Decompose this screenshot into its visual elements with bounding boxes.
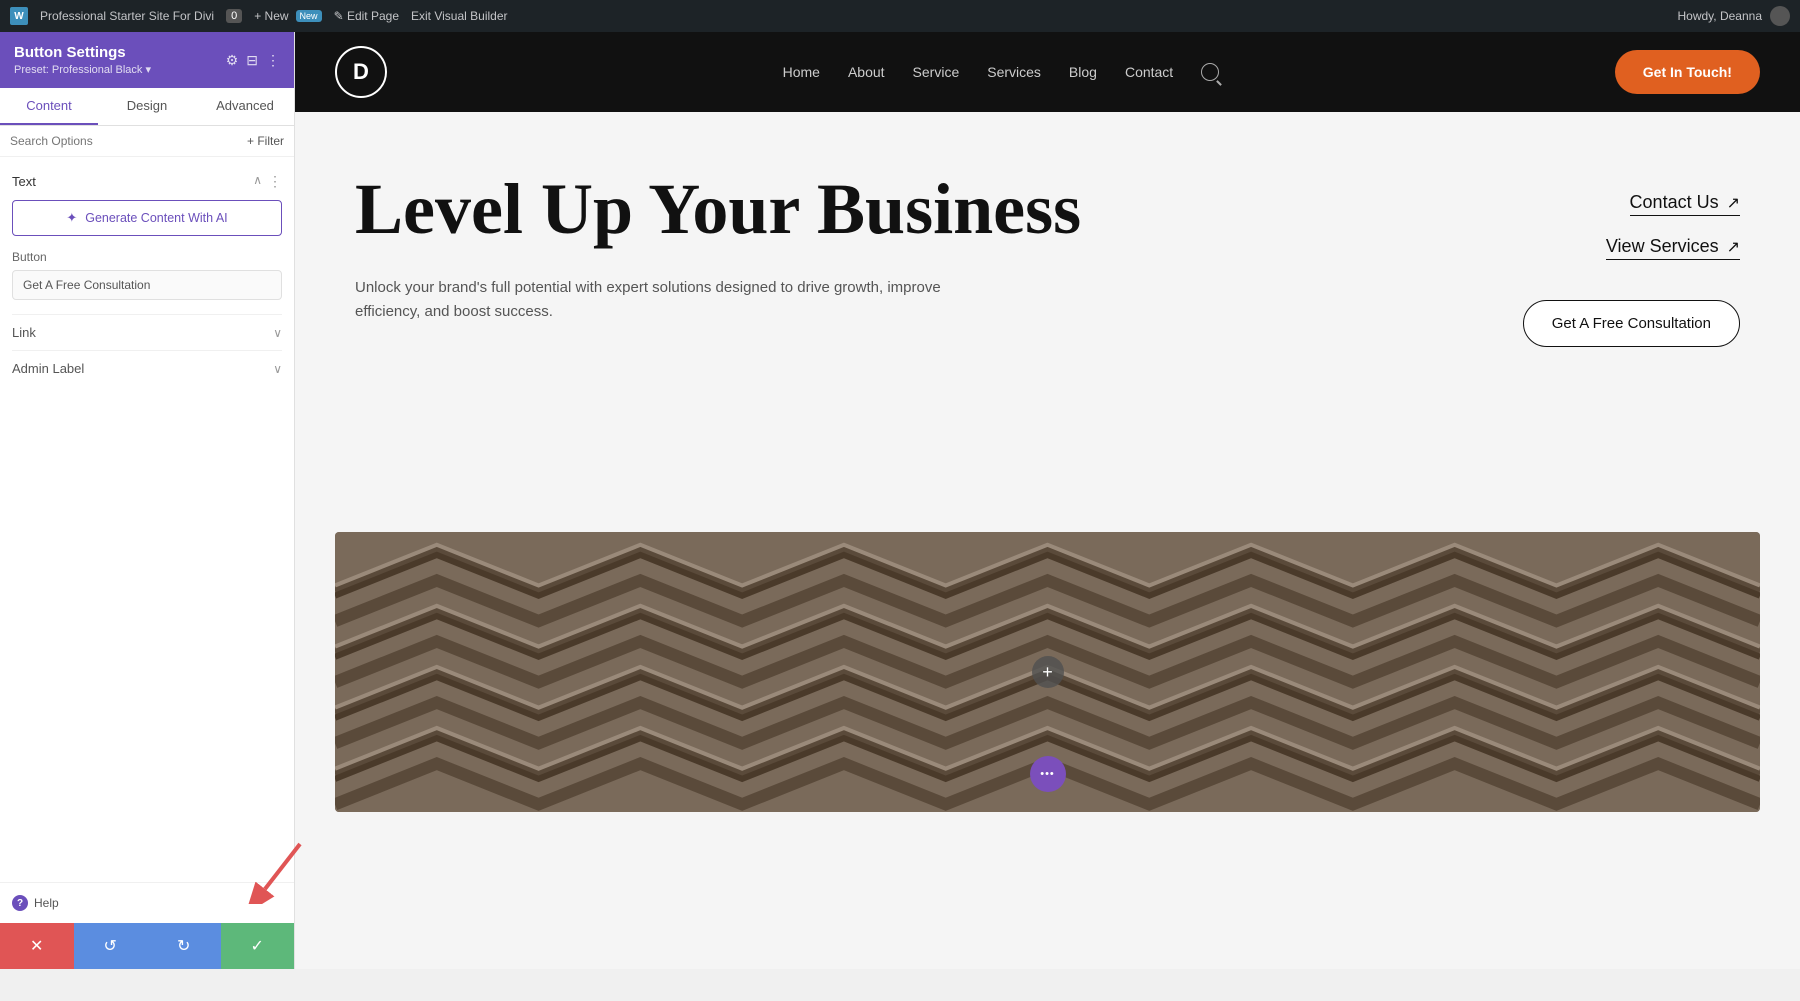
contact-us-arrow-icon: ↗ — [1727, 193, 1740, 213]
building-image: + ••• — [335, 532, 1760, 812]
nav-contact[interactable]: Contact — [1125, 64, 1173, 80]
consultation-button[interactable]: Get A Free Consultation — [1523, 300, 1740, 347]
sidebar-content: Text ∧ ⋮ ✦ Generate Content With AI Butt… — [0, 157, 294, 882]
nav-blog[interactable]: Blog — [1069, 64, 1097, 80]
collapse-icon[interactable]: ∧ — [253, 173, 262, 190]
hero-section: Level Up Your Business Unlock your brand… — [295, 112, 1800, 532]
new-content-btn[interactable]: + New New — [254, 9, 321, 23]
hero-image-section: + ••• — [335, 532, 1760, 812]
button-text-input[interactable] — [12, 270, 282, 300]
filter-button[interactable]: + Filter — [247, 134, 284, 148]
main-content-area: D Home About Service Services Blog Conta… — [295, 32, 1800, 969]
ai-icon: ✦ — [66, 210, 77, 226]
link-chevron-icon: ∨ — [273, 326, 282, 340]
panel-title: Button Settings — [14, 44, 151, 61]
site-name[interactable]: Professional Starter Site For Divi — [40, 9, 214, 23]
tab-advanced[interactable]: Advanced — [196, 88, 294, 125]
search-row: + Filter — [0, 126, 294, 157]
section-actions: ∧ ⋮ — [253, 173, 282, 190]
more-options-icon[interactable]: ⋮ — [266, 52, 280, 69]
wordpress-icon: W — [10, 7, 28, 25]
tab-content[interactable]: Content — [0, 88, 98, 125]
bottom-actions-bar: ✕ ↺ ↻ ✓ — [0, 923, 294, 969]
hero-title: Level Up Your Business — [355, 172, 1460, 248]
hero-left: Level Up Your Business Unlock your brand… — [355, 172, 1460, 492]
wp-logo[interactable]: W — [10, 7, 28, 25]
link-accordion[interactable]: Link ∨ — [12, 314, 282, 350]
text-section-header: Text ∧ ⋮ — [12, 173, 282, 190]
logo-circle: D — [335, 46, 387, 98]
sidebar-header: Button Settings Preset: Professional Bla… — [0, 32, 294, 88]
nav-about[interactable]: About — [848, 64, 885, 80]
admin-label-label: Admin Label — [12, 361, 84, 376]
undo-button[interactable]: ↺ — [74, 923, 148, 969]
admin-bar-right: Howdy, Deanna — [1678, 6, 1791, 26]
get-in-touch-button[interactable]: Get In Touch! — [1615, 50, 1760, 94]
hero-right: Contact Us ↗ View Services ↗ Get A Free … — [1460, 172, 1740, 492]
help-label: Help — [34, 896, 59, 910]
preset-label[interactable]: Preset: Professional Black ▾ — [14, 63, 151, 76]
redo-button[interactable]: ↻ — [147, 923, 221, 969]
text-section-title: Text — [12, 174, 36, 189]
nav-services[interactable]: Services — [987, 64, 1041, 80]
nav-service[interactable]: Service — [913, 64, 960, 80]
view-services-link[interactable]: View Services ↗ — [1606, 236, 1740, 260]
button-settings-panel: Button Settings Preset: Professional Bla… — [0, 32, 295, 969]
help-icon: ? — [12, 895, 28, 911]
button-field-label: Button — [12, 250, 282, 264]
arrow-indicator — [240, 824, 320, 909]
contact-us-link[interactable]: Contact Us ↗ — [1630, 192, 1740, 216]
view-services-arrow-icon: ↗ — [1727, 237, 1740, 257]
cancel-button[interactable]: ✕ — [0, 923, 74, 969]
layout-icon[interactable]: ⊟ — [246, 52, 258, 69]
site-logo[interactable]: D — [335, 46, 387, 98]
search-icon[interactable] — [1201, 63, 1219, 81]
more-options-button[interactable]: ••• — [1030, 756, 1066, 792]
comment-count[interactable]: 0 — [226, 9, 242, 23]
section-menu-icon[interactable]: ⋮ — [268, 173, 282, 190]
panel-header-icons: ⚙ ⊟ ⋮ — [226, 52, 280, 69]
avatar — [1770, 6, 1790, 26]
admin-label-accordion[interactable]: Admin Label ∨ — [12, 350, 282, 386]
ai-generate-label: Generate Content With AI — [85, 211, 227, 225]
exit-builder-btn[interactable]: Exit Visual Builder — [411, 9, 508, 23]
save-button[interactable]: ✓ — [221, 923, 295, 969]
add-row-button[interactable]: + — [1032, 656, 1064, 688]
hero-subtitle: Unlock your brand's full potential with … — [355, 276, 955, 324]
admin-label-chevron-icon: ∨ — [273, 362, 282, 376]
admin-bar: W Professional Starter Site For Divi 0 +… — [0, 0, 1800, 32]
settings-icon[interactable]: ⚙ — [226, 52, 239, 69]
link-label: Link — [12, 325, 36, 340]
panel-tabs: Content Design Advanced — [0, 88, 294, 126]
search-input[interactable] — [10, 134, 239, 148]
ai-generate-button[interactable]: ✦ Generate Content With AI — [12, 200, 282, 236]
edit-page-btn[interactable]: ✎ Edit Page — [334, 9, 399, 23]
tab-design[interactable]: Design — [98, 88, 196, 125]
site-header: D Home About Service Services Blog Conta… — [295, 32, 1800, 112]
site-nav: Home About Service Services Blog Contact — [783, 63, 1220, 81]
nav-home[interactable]: Home — [783, 64, 820, 80]
